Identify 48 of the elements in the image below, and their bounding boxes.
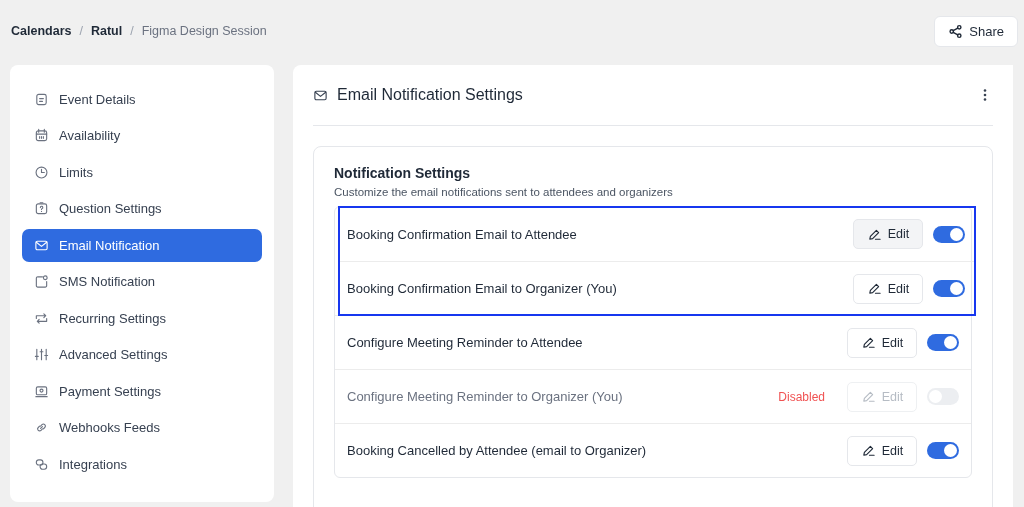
toggle-switch[interactable]: [927, 334, 959, 351]
section-description: Customize the email notifications sent to attendees and organizers: [334, 186, 674, 198]
breadcrumb-link[interactable]: Ratul: [90, 24, 123, 38]
sidebar-item[interactable]: Payment Settings: [22, 374, 262, 408]
linked-shapes-icon: [34, 456, 49, 472]
sidebar-item[interactable]: Limits: [22, 155, 262, 189]
message-icon: [34, 274, 49, 290]
question-icon: [34, 201, 49, 217]
pencil-icon: [860, 389, 876, 404]
toggle-switch[interactable]: [933, 280, 965, 297]
breadcrumb-link[interactable]: Calendars: [11, 24, 72, 38]
sliders-icon: [34, 347, 49, 363]
status-text: Disabled: [778, 389, 825, 404]
sidebar-item[interactable]: Event Details: [22, 83, 262, 116]
breadcrumb-link[interactable]: Figma Design Session: [141, 24, 267, 38]
breadcrumb-separator: /: [130, 24, 134, 38]
share-icon: [948, 23, 964, 39]
sidebar-item[interactable]: Availability: [22, 119, 262, 153]
pencil-icon: [866, 281, 882, 296]
clock-icon: [34, 164, 49, 180]
notification-label: Configure Meeting Reminder to Organizer (You): [347, 389, 624, 404]
notification-label: Booking Cancelled by Attendee (email to Organizer): [347, 443, 648, 458]
sidebar-item[interactable]: Advanced Settings: [22, 338, 262, 372]
sidebar-item[interactable]: Email Notification: [22, 228, 262, 262]
edit-button[interactable]: Edit: [853, 273, 923, 304]
breadcrumb-separator: /: [79, 24, 83, 38]
sidebar-item[interactable]: Recurring Settings: [22, 301, 262, 335]
panel-title: Email Notification Settings: [337, 86, 523, 104]
pencil-icon: [860, 443, 876, 458]
notification-label: Configure Meeting Reminder to Attendee: [347, 335, 584, 350]
calendar-icon: [34, 128, 49, 144]
edit-button[interactable]: Edit: [853, 219, 923, 249]
document-icon: [34, 91, 49, 107]
toggle-switch[interactable]: [927, 442, 959, 459]
edit-button[interactable]: Edit: [847, 327, 917, 358]
sidebar-item[interactable]: Integrations: [22, 447, 262, 481]
notification-label: Booking Confirmation Email to Organizer (You): [347, 281, 618, 296]
sidebar-item[interactable]: SMS Notification: [22, 265, 262, 299]
sidebar-item[interactable]: Webhooks Feeds: [22, 411, 262, 445]
sidebar-item[interactable]: Question Settings: [22, 192, 262, 226]
edit-button[interactable]: Edit: [847, 435, 917, 466]
share-button[interactable]: Share: [934, 15, 1018, 47]
pencil-icon: [860, 335, 876, 350]
payment-icon: [34, 383, 49, 399]
toggle-switch[interactable]: [933, 225, 965, 243]
section-title: Notification Settings: [334, 165, 472, 181]
repeat-icon: [34, 310, 49, 326]
notification-label: Booking Confirmation Email to Attendee: [347, 226, 578, 242]
